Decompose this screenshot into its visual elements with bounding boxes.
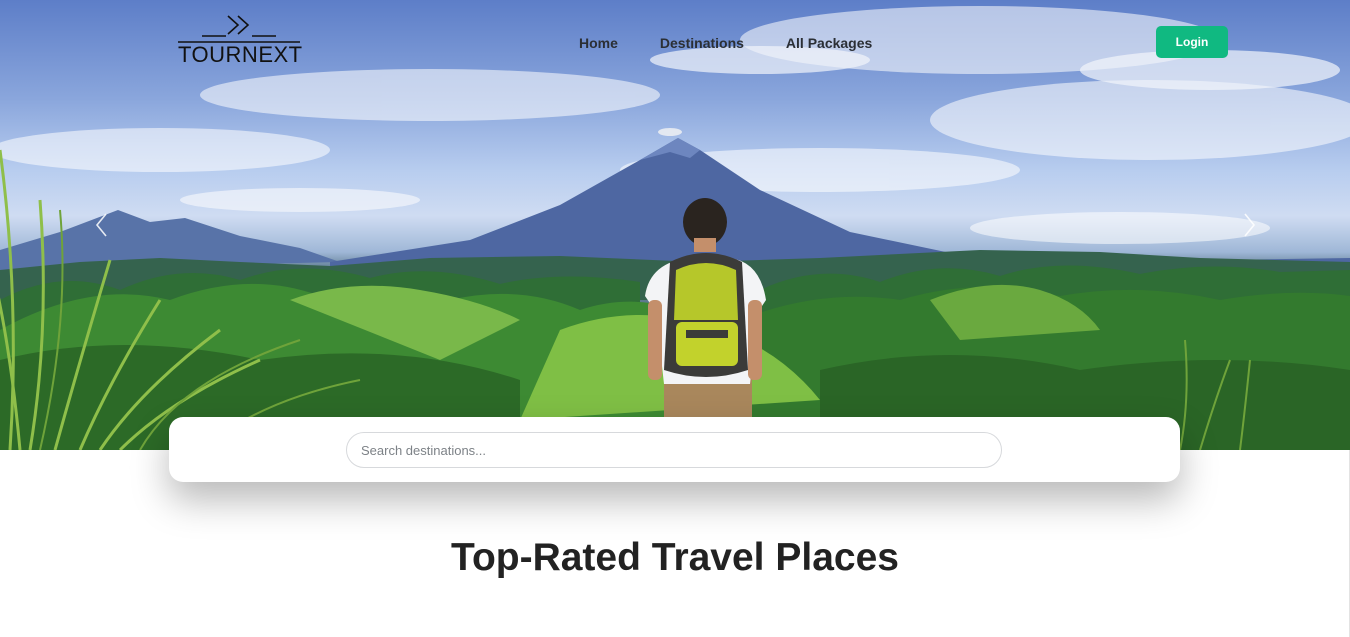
- search-input[interactable]: [346, 432, 1002, 468]
- chevron-right-icon[interactable]: [1239, 212, 1259, 238]
- hero-carousel: TOURNEXT Home Destinations All Packages …: [0, 0, 1350, 450]
- brand-name: TOURNEXT: [178, 42, 303, 67]
- nav-item-home[interactable]: Home: [579, 34, 618, 52]
- nav-item-destinations[interactable]: Destinations: [660, 34, 744, 52]
- brand-logo[interactable]: TOURNEXT: [176, 14, 302, 68]
- double-chevron-right-icon: [178, 15, 300, 43]
- main-nav: Home Destinations All Packages: [579, 34, 914, 52]
- search-panel: [169, 417, 1180, 482]
- nav-item-all-packages[interactable]: All Packages: [786, 34, 872, 52]
- section-title: Top-Rated Travel Places: [451, 536, 899, 579]
- login-button[interactable]: Login: [1156, 26, 1228, 58]
- chevron-left-icon[interactable]: [92, 212, 112, 238]
